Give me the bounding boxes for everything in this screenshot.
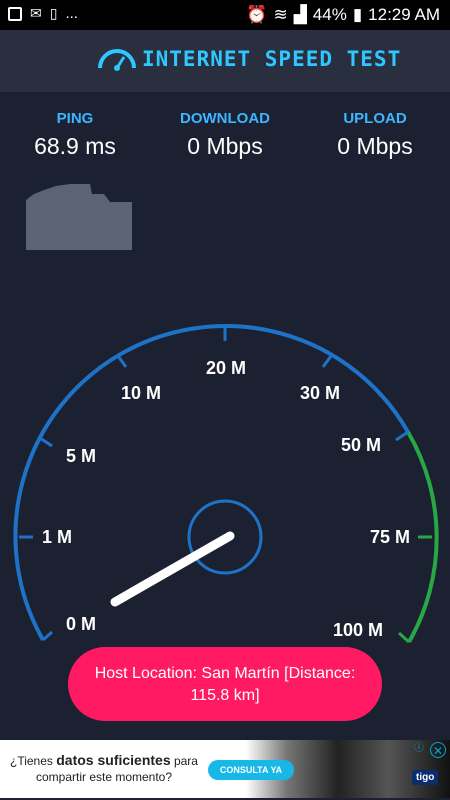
gauge-needle <box>110 531 235 607</box>
status-bar: ✉ ▯ ... ⏰ ≋ ▟ 44% ▮ 12:29 AM <box>0 0 450 30</box>
speed-gauge: 0 M 1 M 5 M 10 M 20 M 30 M 50 M 75 M 100… <box>13 324 439 644</box>
signal-icon: ▟ <box>293 5 307 24</box>
ad-cta-button[interactable]: CONSULTA YA <box>208 760 294 780</box>
ping-graph <box>26 184 132 250</box>
app-title: INTERNET SPEED TEST <box>142 47 402 71</box>
message-icon: ✉ <box>30 5 42 21</box>
gauge-label-50: 50 M <box>341 435 381 455</box>
wifi-icon: ≋ <box>273 5 288 24</box>
ping-stat: PING 68.9 ms <box>0 110 150 160</box>
gauge-label-75: 75 M <box>370 527 410 547</box>
ad-brand-logo: tigo <box>412 770 439 785</box>
download-stat: DOWNLOAD 0 Mbps <box>150 110 300 160</box>
host-location-badge[interactable]: Host Location: San Martín [Distance: 115… <box>68 647 382 721</box>
download-label: DOWNLOAD <box>180 110 270 127</box>
battery-percent: 44% <box>312 5 347 24</box>
ad-line2: compartir este momento? <box>35 770 173 784</box>
gauge-label-30: 30 M <box>300 383 340 403</box>
overflow-dots: ... <box>65 5 78 22</box>
battery-icon: ▮ <box>352 5 363 24</box>
ad-bold: datos suficientes <box>56 752 171 768</box>
upload-stat: UPLOAD 0 Mbps <box>300 110 450 160</box>
ad-line1b: para <box>170 754 198 768</box>
ad-text: ¿Tienes datos suficientes para compartir… <box>8 752 200 785</box>
ad-banner[interactable]: ¿Tienes datos suficientes para compartir… <box>0 740 450 798</box>
gauge-label-100: 100 M <box>333 620 383 640</box>
ad-info-icon[interactable]: ⓘ <box>412 742 426 756</box>
clock: 12:29 AM <box>368 5 440 24</box>
upload-value: 0 Mbps <box>337 133 413 159</box>
upload-label: UPLOAD <box>343 110 407 127</box>
app-header: INTERNET SPEED TEST <box>0 30 450 92</box>
speedometer-icon <box>98 49 136 71</box>
gauge-label-0: 0 M <box>66 614 96 634</box>
gauge-label-20: 20 M <box>206 358 246 378</box>
gauge-label-5: 5 M <box>66 446 96 466</box>
ping-value: 68.9 ms <box>34 133 116 159</box>
ad-close-icon[interactable]: ✕ <box>430 742 446 758</box>
ad-line1: ¿Tienes <box>10 754 57 768</box>
notification-icon <box>8 6 22 21</box>
alarm-icon: ⏰ <box>246 5 268 24</box>
screenshot-icon: ▯ <box>49 5 58 21</box>
gauge-label-10: 10 M <box>121 383 161 403</box>
gauge-label-1: 1 M <box>42 527 72 547</box>
ping-label: PING <box>56 110 94 127</box>
download-value: 0 Mbps <box>187 133 263 159</box>
